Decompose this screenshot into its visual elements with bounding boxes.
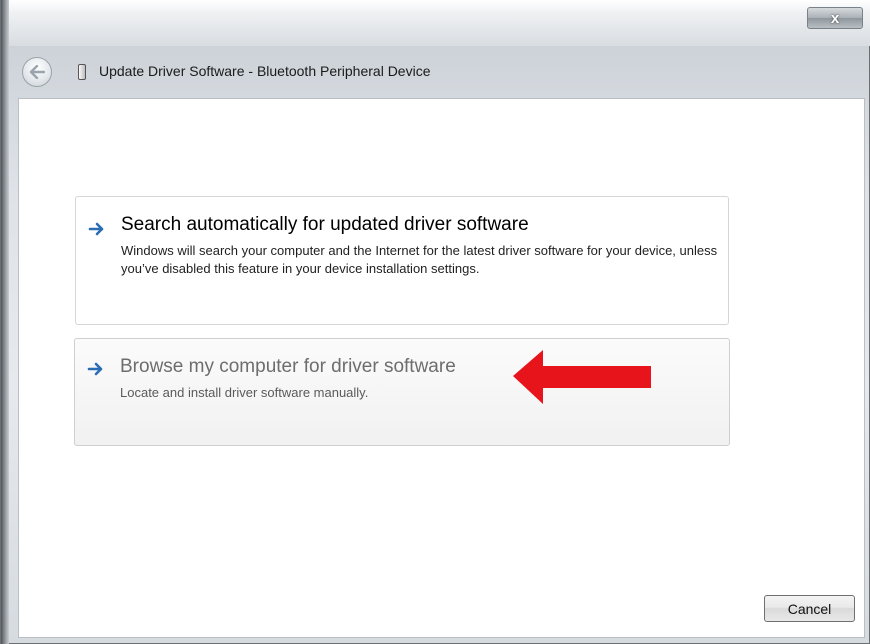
search-automatically-option[interactable]: Search automatically for updated driver …: [75, 196, 729, 325]
dialog-title: Update Driver Software - Bluetooth Perip…: [99, 63, 431, 79]
red-pointer-arrow-icon: [513, 350, 651, 404]
close-button[interactable]: x: [807, 7, 863, 29]
option-title: Browse my computer for driver software: [120, 356, 456, 377]
bluetooth-device-icon: [78, 64, 86, 80]
dialog-window: x Update Driver Software - Bluetooth Per…: [0, 0, 870, 644]
arrow-right-icon: [87, 362, 103, 376]
option-description: Windows will search your computer and th…: [121, 243, 718, 276]
title-bar: [1, 0, 870, 46]
close-icon: x: [830, 9, 840, 27]
back-button[interactable]: [22, 57, 52, 87]
option-title: Search automatically for updated driver …: [121, 214, 529, 235]
back-arrow-icon: [29, 65, 45, 79]
arrow-right-icon: [88, 222, 104, 236]
cancel-button[interactable]: Cancel: [764, 595, 855, 622]
header-row: Update Driver Software - Bluetooth Perip…: [9, 50, 861, 92]
window-left-border: [1, 0, 9, 644]
